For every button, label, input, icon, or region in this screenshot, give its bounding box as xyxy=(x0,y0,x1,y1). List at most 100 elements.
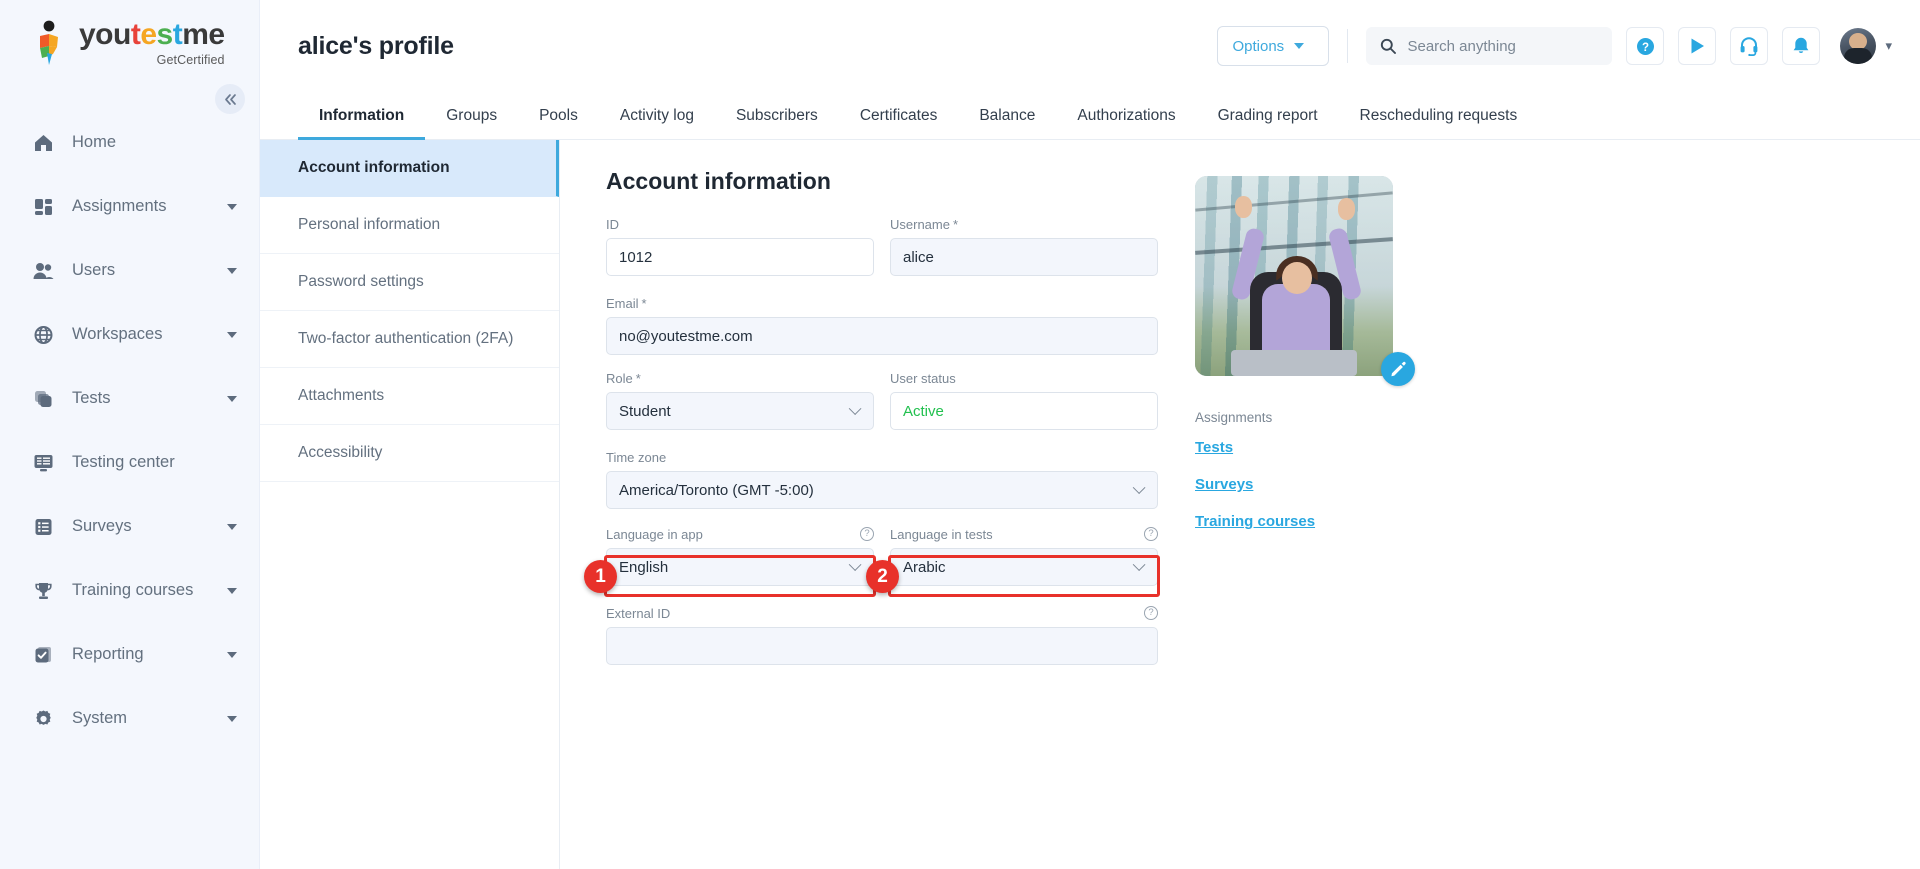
chevron-down-icon[interactable] xyxy=(227,587,237,594)
tab-subscribers[interactable]: Subscribers xyxy=(715,92,839,139)
subnav-label: Accessibility xyxy=(298,444,383,461)
chevron-down-icon[interactable] xyxy=(227,203,237,210)
username-label: Username * xyxy=(890,216,959,232)
sidebar-item-system[interactable]: System xyxy=(0,687,259,751)
language-in-tests-field: Language in tests ? Arabic xyxy=(890,525,1158,586)
chevron-down-icon xyxy=(848,401,862,415)
language-in-app-select[interactable]: English xyxy=(606,548,874,586)
language-in-tests-value: Arabic xyxy=(903,558,946,576)
subnav-item-accessibility[interactable]: Accessibility xyxy=(260,425,559,482)
time-zone-select[interactable]: America/Toronto (GMT -5:00) xyxy=(606,471,1158,509)
role-select[interactable]: Student xyxy=(606,392,874,430)
support-button[interactable] xyxy=(1730,27,1769,65)
tab-label: Certificates xyxy=(859,106,938,124)
edit-photo-button[interactable] xyxy=(1381,352,1415,386)
email-input[interactable]: no@youtestme.com xyxy=(606,317,1158,355)
profile-side-panel: Assignments Tests Surveys Training cours… xyxy=(1155,168,1415,669)
assignment-link-training-courses[interactable]: Training courses xyxy=(1195,513,1415,530)
tab-balance[interactable]: Balance xyxy=(958,92,1056,139)
external-id-field: External ID ? xyxy=(606,604,1158,665)
tab-groups[interactable]: Groups xyxy=(425,92,518,139)
sidebar-item-workspaces[interactable]: Workspaces xyxy=(0,303,259,367)
time-zone-value: America/Toronto (GMT -5:00) xyxy=(619,481,814,499)
subnav-label: Attachments xyxy=(298,387,385,404)
primary-navigation: Home Assignments Users Workspaces Tests … xyxy=(0,111,259,751)
language-in-app-label: Language in app ? xyxy=(606,525,874,543)
sidebar-item-tests[interactable]: Tests xyxy=(0,367,259,431)
chevron-double-left-icon xyxy=(224,93,236,105)
assignment-link-tests[interactable]: Tests xyxy=(1195,439,1415,456)
tab-authorizations[interactable]: Authorizations xyxy=(1056,92,1196,139)
subnav-item-two-factor-authentication[interactable]: Two-factor authentication (2FA) xyxy=(260,311,559,368)
chevron-down-icon[interactable] xyxy=(227,715,237,722)
language-in-app-field: Language in app ? English xyxy=(606,525,874,586)
subnav-item-personal-information[interactable]: Personal information xyxy=(260,197,559,254)
help-circle-icon[interactable]: ? xyxy=(860,527,874,541)
play-icon xyxy=(1691,38,1705,54)
chevron-down-icon[interactable] xyxy=(227,395,237,402)
tab-activity-log[interactable]: Activity log xyxy=(599,92,715,139)
sidebar-item-label: Users xyxy=(72,261,116,279)
annotation-badge-1: 1 xyxy=(584,560,617,593)
profile-photo xyxy=(1195,176,1393,376)
sidebar-item-label: Home xyxy=(72,133,117,151)
subnav-item-password-settings[interactable]: Password settings xyxy=(260,254,559,311)
layers-icon xyxy=(30,387,56,411)
globe-icon xyxy=(30,323,56,347)
report-check-icon xyxy=(30,643,56,667)
chevron-down-icon: ▾ xyxy=(1885,38,1892,53)
username-input[interactable]: alice xyxy=(890,238,1158,276)
chevron-down-icon[interactable] xyxy=(227,651,237,658)
tab-grading-report[interactable]: Grading report xyxy=(1197,92,1339,139)
tab-label: Information xyxy=(319,106,405,124)
options-button-label: Options xyxy=(1232,37,1285,55)
tab-label: Subscribers xyxy=(735,106,818,124)
tab-label: Rescheduling requests xyxy=(1359,106,1518,124)
user-menu[interactable]: ▾ xyxy=(1840,28,1892,64)
sidebar-item-surveys[interactable]: Surveys xyxy=(0,495,259,559)
account-form: Account information ID 1012 Username * al… xyxy=(560,168,1158,669)
subnav-item-account-information[interactable]: Account information xyxy=(260,140,559,197)
users-icon xyxy=(30,259,56,283)
grid-icon xyxy=(30,195,56,219)
language-in-tests-label: Language in tests ? xyxy=(890,525,1158,543)
play-button[interactable] xyxy=(1678,27,1717,65)
tab-rescheduling-requests[interactable]: Rescheduling requests xyxy=(1339,92,1539,139)
external-id-input[interactable] xyxy=(606,627,1158,665)
chevron-down-icon[interactable] xyxy=(227,523,237,530)
sidebar-item-assignments[interactable]: Assignments xyxy=(0,175,259,239)
subnav-item-attachments[interactable]: Attachments xyxy=(260,368,559,425)
section-title: Account information xyxy=(606,168,831,194)
sidebar-item-label: Testing center xyxy=(72,453,175,471)
profile-tabs: Information Groups Pools Activity log Su… xyxy=(260,92,1920,140)
tab-label: Activity log xyxy=(619,106,694,124)
options-button[interactable]: Options xyxy=(1217,26,1330,66)
chevron-down-icon xyxy=(1132,557,1146,571)
username-field: Username * alice xyxy=(890,215,1158,276)
brand-logo[interactable]: youtestme GetCertified xyxy=(0,0,259,67)
tab-certificates[interactable]: Certificates xyxy=(839,92,959,139)
sidebar-item-label: Assignments xyxy=(72,197,167,215)
sidebar-item-home[interactable]: Home xyxy=(0,111,259,175)
tab-information[interactable]: Information xyxy=(298,92,426,140)
language-in-tests-select[interactable]: Arabic xyxy=(890,548,1158,586)
chevron-down-icon[interactable] xyxy=(227,331,237,338)
sidebar-item-users[interactable]: Users xyxy=(0,239,259,303)
account-subnav: Account information Personal information… xyxy=(260,140,560,869)
sidebar: youtestme GetCertified Home Assignments … xyxy=(0,0,260,869)
tab-label: Grading report xyxy=(1217,106,1318,124)
id-input[interactable]: 1012 xyxy=(606,238,874,276)
sidebar-item-training-courses[interactable]: Training courses xyxy=(0,559,259,623)
help-button[interactable]: ? xyxy=(1626,27,1665,65)
home-icon xyxy=(30,131,56,155)
assignment-link-surveys[interactable]: Surveys xyxy=(1195,476,1415,493)
language-in-app-value: English xyxy=(619,558,669,576)
tab-pools[interactable]: Pools xyxy=(518,92,599,139)
user-status-label: User status xyxy=(890,370,956,386)
chevron-down-icon[interactable] xyxy=(227,267,237,274)
sidebar-collapse-button[interactable] xyxy=(215,84,245,114)
notifications-button[interactable] xyxy=(1782,27,1821,65)
sidebar-item-reporting[interactable]: Reporting xyxy=(0,623,259,687)
search-input[interactable]: Search anything xyxy=(1366,27,1613,65)
sidebar-item-testing-center[interactable]: Testing center xyxy=(0,431,259,495)
